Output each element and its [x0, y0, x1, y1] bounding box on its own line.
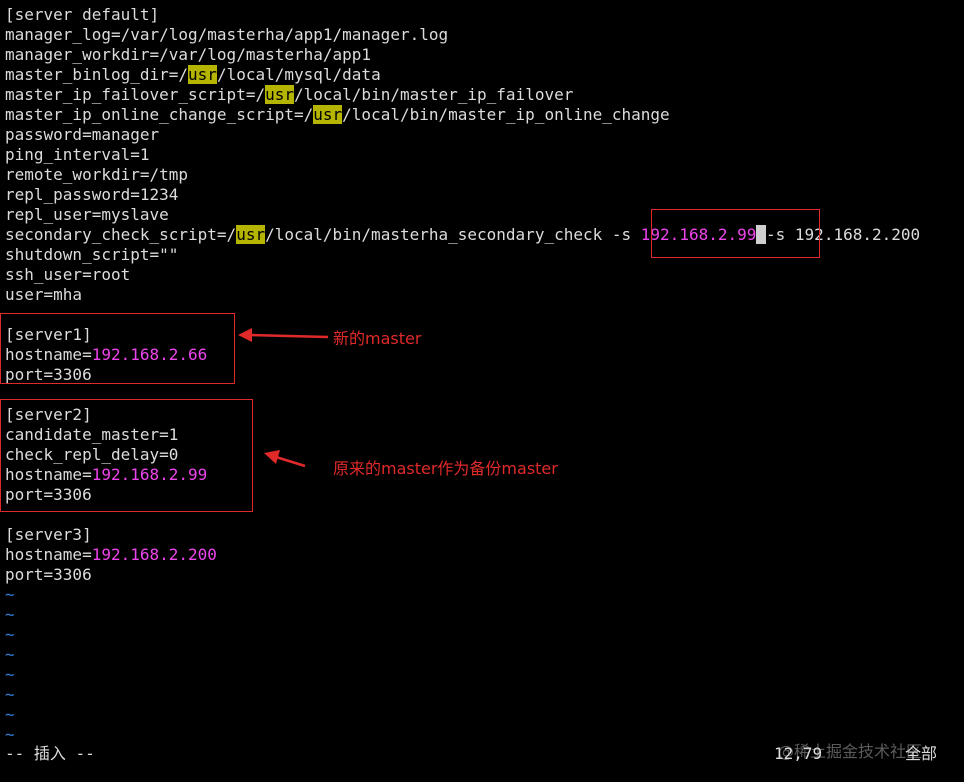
vim-mode-indicator: -- 插入 -- [5, 744, 95, 763]
scroll-position: 全部 [905, 744, 938, 763]
server1-annotation-label: 新的master [333, 329, 422, 348]
server2-arrow-icon [264, 450, 306, 468]
server2-annotation-label: 原来的master作为备份master [333, 459, 558, 478]
annotation-arrows [238, 328, 329, 468]
server1-arrow-icon [238, 328, 329, 342]
cursor-position: 12,79 [774, 744, 823, 763]
